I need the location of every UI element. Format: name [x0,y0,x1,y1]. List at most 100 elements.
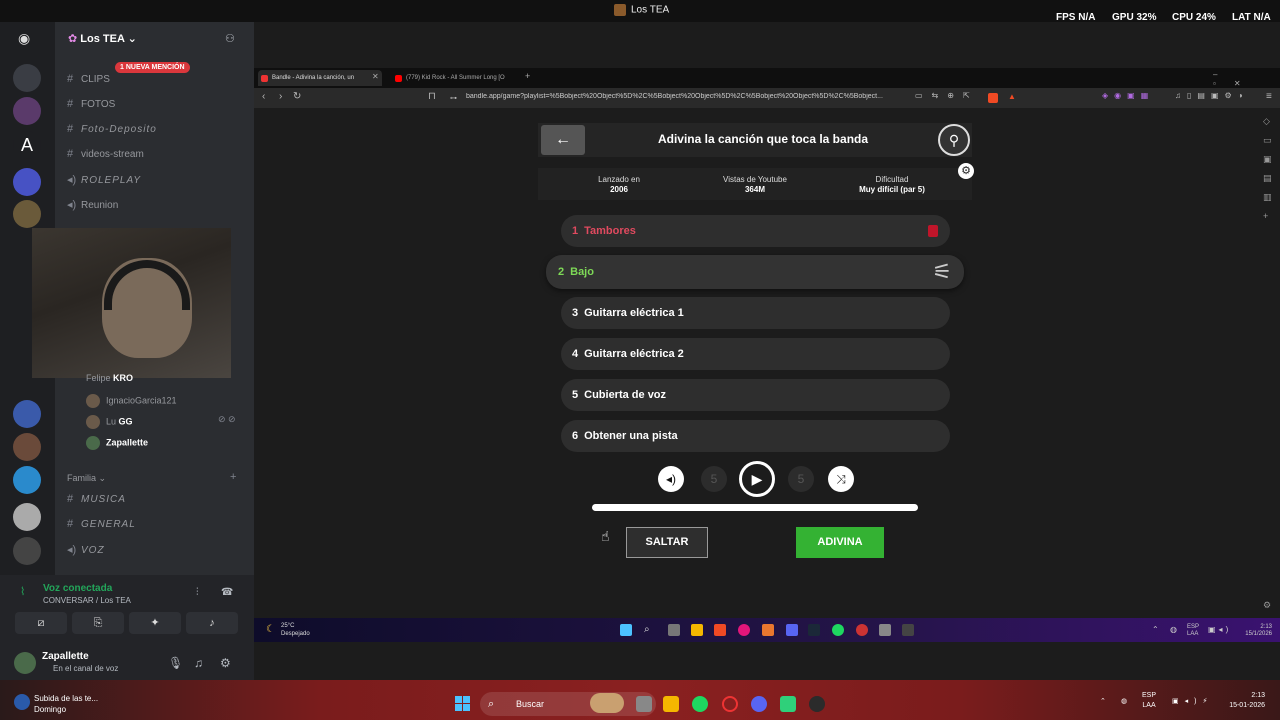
channel-item[interactable]: ◂) Reunion [67,198,118,211]
server-icon[interactable] [13,97,41,125]
brave-rewards-icon[interactable]: ▲ [1008,92,1016,101]
opera-icon[interactable] [722,696,738,712]
channel-item[interactable]: # Foto-Deposito [67,123,157,135]
voice-member[interactable]: IgnacioGarcia121 [86,394,177,408]
headphones-icon[interactable]: ♫ [194,656,203,670]
taskview-icon[interactable] [668,624,680,636]
server-icon[interactable] [13,466,41,494]
server-icon[interactable] [13,433,41,461]
channel-item[interactable]: ◂) ROLEPLAY [67,173,141,186]
discord-icon[interactable] [786,624,798,636]
user-name[interactable]: Zapallette [42,651,89,662]
server-icon[interactable] [13,168,41,196]
server-icon[interactable] [13,503,41,531]
brave-shield-icon[interactable] [988,93,998,103]
voice-channel[interactable]: CONVERSAR / Los TEA [43,596,131,605]
noise-icon[interactable]: ⫶ [196,587,199,598]
app-icon[interactable] [856,624,868,636]
explorer-icon[interactable] [663,696,679,712]
screen-share-button[interactable]: ⎘ [72,612,124,634]
app-icon[interactable] [879,624,891,636]
taskbar-search[interactable]: ⌕ Buscar [480,692,656,716]
add-channel-icon[interactable]: + [230,471,236,483]
inner-clock[interactable]: 2:13 15/1/2026 [1240,624,1272,638]
channel-item[interactable]: # CLIPS [67,73,110,85]
tray-icons[interactable]: ▣◂) [1208,626,1231,634]
windows-icon[interactable] [620,624,632,636]
rewind-button[interactable]: 5 [701,466,727,492]
soundboard-button[interactable]: ♪ [186,612,238,634]
back-button[interactable]: ← [541,125,585,155]
menu-icon[interactable]: ≡ [1266,91,1272,102]
voice-status[interactable]: Voz conectada [43,583,112,594]
track-hint[interactable]: 6 Obtener una pista [561,420,950,452]
back-icon[interactable]: ‹ [262,91,265,102]
app-icon[interactable] [762,624,774,636]
spotify-icon[interactable] [692,696,708,712]
track-drums[interactable]: 1 Tambores [561,215,950,247]
sidebar-icon[interactable]: ▭ [1263,135,1272,146]
site-info-icon[interactable]: ⊶ [450,94,457,102]
guess-button[interactable]: ADIVINA [796,527,884,558]
search-icon[interactable]: ⌕ [644,624,656,636]
weather-widget[interactable]: 25°C Despejado [281,622,310,638]
bookmark-icon[interactable]: ⊓ [428,91,436,102]
track-guitar-2[interactable]: 4 Guitarra eléctrica 2 [561,338,950,370]
profile-button[interactable]: ⚲ [938,124,970,156]
shuffle-off-button[interactable]: ⤨ [828,466,854,492]
server-icon[interactable] [13,200,41,228]
forward-icon[interactable]: › [279,91,282,102]
sidebar-icon[interactable]: ◇ [1263,116,1270,127]
close-tab-icon[interactable]: ✕ [372,72,379,81]
activities-button[interactable]: ✦ [129,612,181,634]
extensions-icons[interactable]: ◈◉▣▦ [1102,91,1154,100]
server-icon[interactable] [13,537,41,565]
disconnect-icon[interactable]: ☎ [221,587,233,598]
app-icon[interactable] [902,624,914,636]
url-field[interactable]: bandle.app/game?playlist=%5Bobject%20Obj… [466,93,906,100]
avatar[interactable] [14,652,36,674]
server-icon[interactable] [13,400,41,428]
address-actions[interactable]: ▭⇆⊕⇱ [915,91,979,100]
clock[interactable]: 2:13 15-01-2026 [1205,691,1265,711]
explorer-icon[interactable] [691,624,703,636]
app-icon[interactable] [780,696,796,712]
channel-item[interactable]: # MUSICA [67,493,126,505]
server-icon[interactable] [13,64,41,92]
language-indicator[interactable]: ESP LAA [1187,624,1199,638]
notification-widget[interactable]: Subida de las te... Domingo [34,693,98,715]
new-tab-icon[interactable]: + [525,71,530,81]
gear-icon[interactable]: ⚙ [220,656,231,670]
channel-item[interactable]: # FOTOS [67,98,115,110]
forward-button[interactable]: 5 [788,466,814,492]
track-vocals[interactable]: 5 Cubierta de voz [561,379,950,411]
reload-icon[interactable]: ↻ [293,91,301,102]
window-controls[interactable]: –▫✕ [1213,70,1280,88]
category-label[interactable]: Familia ⌄ [67,473,106,484]
tab-youtube[interactable]: (779) Kid Rock - All Summer Long [O [392,70,520,86]
voice-member[interactable]: Felipe KRO [86,373,133,383]
track-guitar-1[interactable]: 3 Guitarra eléctrica 1 [561,297,950,329]
mention-badge[interactable]: 1 NUEVA MENCIÓN [115,62,190,73]
taskview-icon[interactable] [636,696,652,712]
mic-icon[interactable]: ◍ [1170,626,1177,634]
language-indicator[interactable]: ESP LAA [1142,691,1156,711]
settings-gear-icon[interactable]: ⚙ [958,163,974,179]
add-user-icon[interactable]: ⚇ [225,32,235,45]
channel-item[interactable]: ◂) VOZ [67,543,105,556]
tray-chevron-icon[interactable]: ⌃ [1100,697,1106,707]
mic-icon[interactable]: ◍ [1121,697,1127,707]
server-icon[interactable]: A [13,131,41,159]
track-bass[interactable]: 2 Bajo ⚟ [546,255,964,289]
server-header[interactable]: ✿ Los TEA ⌄ [68,32,137,45]
sidebar-icon[interactable]: ▤ [1263,173,1272,184]
add-panel-icon[interactable]: + [1263,211,1268,221]
tab-bandle[interactable]: Bandle - Adivina la canción, un [258,70,382,86]
play-button[interactable]: ▶ [739,461,775,497]
skip-button[interactable]: SALTAR [626,527,708,558]
steam-icon[interactable] [808,624,820,636]
spotify-icon[interactable] [832,624,844,636]
channel-item[interactable]: # videos-stream [67,148,144,160]
camera-off-button[interactable]: ⧄ [15,612,67,634]
obs-icon[interactable] [809,696,825,712]
